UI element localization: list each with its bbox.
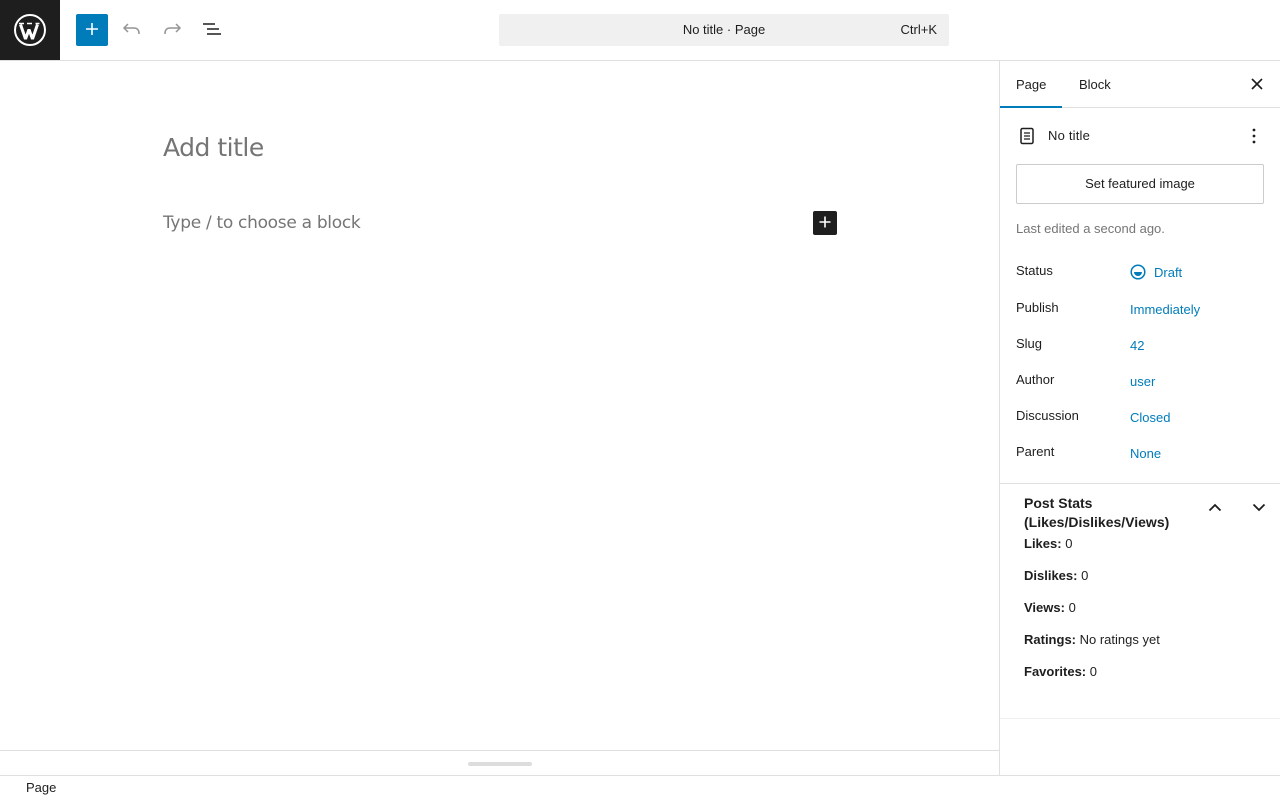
meta-row-status: Status Draft (1016, 262, 1266, 286)
stat-label: Views: (1024, 600, 1065, 615)
page-icon (1018, 127, 1036, 145)
chevron-down-icon (1252, 500, 1266, 515)
undo-icon (122, 22, 142, 39)
block-inserter-button[interactable] (76, 14, 108, 46)
meta-row-discussion: Discussion Closed (1016, 407, 1266, 431)
post-stats-panel: Post Stats (Likes/Dislikes/Views) Likes:… (1000, 483, 1280, 719)
stat-value: 0 (1068, 600, 1076, 615)
stat-value: 0 (1089, 664, 1097, 679)
redo-button[interactable] (156, 14, 188, 46)
resize-handle[interactable] (468, 762, 532, 766)
parent-value[interactable]: None (1130, 445, 1161, 463)
more-vertical-icon[interactable] (1242, 125, 1266, 147)
stat-favorites: Favorites: 0 (1024, 664, 1097, 679)
discussion-label: Discussion (1016, 408, 1079, 423)
add-block-button[interactable] (813, 211, 837, 235)
status-label: Status (1016, 263, 1053, 278)
slug-value[interactable]: 42 (1130, 337, 1144, 355)
editor-footer: Page (0, 775, 1280, 800)
draft-status-icon (1130, 264, 1146, 285)
discussion-value[interactable]: Closed (1130, 409, 1170, 427)
document-summary: No title (1016, 125, 1266, 147)
author-value[interactable]: user (1130, 373, 1155, 391)
meta-row-parent: Parent None (1016, 443, 1266, 467)
paragraph-block-input[interactable]: Type / to choose a block (163, 213, 361, 233)
post-stats-title[interactable]: Post Stats (Likes/Dislikes/Views) (1024, 494, 1189, 532)
move-down-button[interactable] (1247, 495, 1271, 519)
meta-row-publish: Publish Immediately (1016, 299, 1266, 323)
stat-label: Likes: (1024, 536, 1062, 551)
stat-value: 0 (1081, 568, 1089, 583)
slug-label: Slug (1016, 336, 1043, 351)
stat-views: Views: 0 (1024, 600, 1076, 615)
author-label: Author (1016, 372, 1055, 387)
sidebar-tabs: Page Block (1000, 61, 1280, 108)
stat-value: No ratings yet (1079, 632, 1160, 647)
tab-page[interactable]: Page (1000, 61, 1063, 108)
wordpress-logo-icon[interactable] (0, 0, 60, 60)
meta-row-author: Author user (1016, 371, 1266, 395)
meta-boxes-resize-area (0, 750, 999, 775)
set-featured-image-button[interactable]: Set featured image (1016, 164, 1264, 204)
document-title-label: No title · Page (682, 22, 766, 37)
meta-row-slug: Slug 42 (1016, 335, 1266, 359)
settings-sidebar: Page Block No title Set featured image L… (999, 61, 1280, 775)
status-value[interactable]: Draft (1130, 264, 1182, 285)
command-palette-bar[interactable]: No title · Page Ctrl+K (499, 14, 949, 46)
redo-icon (162, 22, 182, 39)
plus-icon (85, 22, 99, 39)
stat-label: Dislikes: (1024, 568, 1078, 583)
keyboard-shortcut-label: Ctrl+K (900, 22, 937, 37)
plus-icon (819, 216, 831, 231)
undo-button[interactable] (116, 14, 148, 46)
parent-label: Parent (1016, 444, 1055, 459)
close-icon (1251, 77, 1263, 93)
document-overview-button[interactable] (196, 14, 228, 46)
post-title-input[interactable]: Add title (163, 133, 264, 162)
stat-value: 0 (1065, 536, 1073, 551)
stat-dislikes: Dislikes: 0 (1024, 568, 1088, 583)
list-view-icon (202, 22, 222, 39)
close-sidebar-button[interactable] (1245, 73, 1269, 97)
tab-block[interactable]: Block (1063, 61, 1127, 108)
document-title: No title (1048, 128, 1091, 143)
status-value-text: Draft (1154, 265, 1183, 280)
editor-canvas: Add title Type / to choose a block (0, 61, 999, 750)
publish-value[interactable]: Immediately (1130, 301, 1200, 319)
editor-header: No title · Page Ctrl+K (0, 0, 1280, 61)
stat-ratings: Ratings: No ratings yet (1024, 632, 1160, 647)
stat-likes: Likes: 0 (1024, 536, 1072, 551)
publish-label: Publish (1016, 300, 1059, 315)
stat-label: Favorites: (1024, 664, 1087, 679)
stat-label: Ratings: (1024, 632, 1076, 647)
breadcrumb[interactable]: Page (26, 776, 56, 800)
chevron-up-icon (1208, 500, 1222, 515)
move-up-button[interactable] (1203, 495, 1227, 519)
last-edited-text: Last edited a second ago. (1016, 221, 1165, 236)
